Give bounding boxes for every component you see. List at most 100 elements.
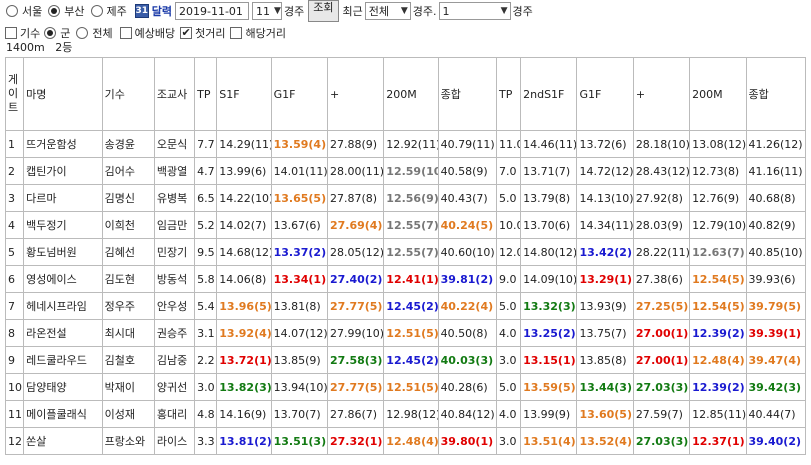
total-cell: 40.84(12) (437, 400, 497, 428)
g1f2-cell: 13.75(7) (576, 319, 634, 347)
s1f2-cell: 13.70(6) (520, 211, 578, 239)
tp2-cell: 7.0 (495, 157, 522, 185)
radio-busan[interactable] (48, 5, 61, 17)
jockey-cell: 박재이 (101, 373, 155, 401)
horse-name-cell: 쏜살 (23, 427, 103, 455)
horse-name-cell: 담양태양 (23, 373, 103, 401)
table-row: 11 메이플쿨래식 이성재 홍대리 4.8 14.16(9) 13.70(7) 27.86(7… (4, 400, 806, 428)
table-row: 12 쏜살 프랑소와 라이스 3.3 13.81(2) 13.51(3) 27.32(1) 12… (4, 427, 806, 455)
expected-odds-label: 예상배당 (134, 26, 176, 40)
plus-cell: 27.86(7) (326, 400, 385, 428)
trainer-cell: 방동석 (153, 265, 196, 293)
table-row: 5 황도넘버원 김혜선 민장기 9.5 14.68(12) 13.37(2) 28.05(12… (4, 238, 806, 266)
total-cell: 40.28(6) (437, 373, 497, 401)
s1f-cell: 14.16(9) (216, 400, 272, 428)
radio-all[interactable] (76, 26, 89, 39)
table-row: 7 헤네시프라임 정우주 안우성 5.4 13.96(5) 13.81(8) 27.77(5)… (4, 292, 806, 320)
plus2-cell: 27.03(3) (632, 373, 691, 401)
plus2-cell: 27.25(5) (632, 292, 691, 320)
trainer-cell: 홍대리 (153, 400, 196, 428)
race-count-suffix: 경주 (512, 5, 533, 18)
total2-cell: 41.16(11) (745, 157, 806, 185)
tp-cell: 4.8 (194, 400, 218, 428)
s1f2-cell: 13.15(1) (520, 346, 578, 374)
radio-jeju[interactable] (90, 5, 103, 17)
m200-2-cell: 12.85(11) (689, 400, 747, 428)
jockey-cell: 정우주 (101, 292, 155, 320)
race-number-select[interactable]: 11 ▼ (252, 2, 282, 20)
gate-cell: 2 (4, 157, 25, 185)
g1f2-cell: 13.42(2) (576, 238, 634, 266)
plus2-cell: 27.59(7) (632, 400, 691, 428)
header-200m: 200M (383, 57, 439, 131)
header-total2: 종합 (745, 57, 806, 131)
jockey-checkbox[interactable] (5, 26, 17, 39)
header-jockey: 기수 (101, 57, 155, 131)
expected-odds-checkbox[interactable] (119, 26, 132, 39)
race-count-select[interactable]: 1 ▼ (438, 2, 511, 20)
radio-seoul[interactable] (6, 5, 18, 17)
m200-cell: 12.59(10) (383, 157, 439, 185)
s1f-cell: 14.68(12) (216, 238, 272, 266)
total2-cell: 39.39(1) (745, 319, 806, 347)
m200-2-cell: 13.08(12) (689, 130, 747, 158)
table-row: 1 뜨거운함성 송경윤 오문식 7.7 14.29(11) 13.59(4) 27.88(9)… (4, 130, 806, 158)
this-distance-label: 해당거리 (245, 26, 286, 40)
horse-name-cell: 황도넘버원 (23, 238, 103, 266)
jockey-cell: 김어수 (101, 157, 155, 185)
plus2-cell: 27.38(6) (632, 265, 691, 293)
header-g1f: G1F (270, 57, 328, 131)
header-tp: TP (194, 57, 218, 131)
gate-cell: 5 (4, 238, 25, 266)
tp2-cell: 11.0 (495, 130, 522, 158)
tp-cell: 4.7 (194, 157, 218, 185)
total2-cell: 39.93(6) (745, 265, 806, 293)
this-distance-checkbox[interactable] (230, 26, 243, 39)
jockey-cell: 송경윤 (101, 130, 155, 158)
s1f2-cell: 14.80(12) (520, 238, 578, 266)
s1f-cell: 14.06(8) (216, 265, 272, 293)
plus-cell: 28.00(11) (326, 157, 385, 185)
table-row: 10 담양태양 박재이 양귀선 3.0 13.82(3) 13.94(10) 27.77(5)… (4, 373, 806, 401)
gate-cell: 4 (4, 211, 25, 239)
plus-cell: 27.58(3) (326, 346, 385, 374)
g1f2-cell: 13.85(8) (576, 346, 634, 374)
plus-cell: 27.77(5) (326, 292, 385, 320)
m200-cell: 12.45(2) (383, 292, 439, 320)
total2-cell: 40.82(9) (745, 211, 806, 239)
table-row: 8 라온전설 최시대 권승주 3.1 13.92(4) 14.07(12) 27.99(10)… (4, 319, 806, 347)
plus-cell: 27.87(8) (326, 184, 385, 212)
m200-2-cell: 12.37(1) (689, 427, 747, 455)
g1f-cell: 14.01(11) (270, 157, 328, 185)
table-row: 2 캡틴가이 김어수 백광열 4.7 13.99(6) 14.01(11) 28.00(11)… (4, 157, 806, 185)
chevron-down-icon: ▼ (400, 6, 408, 16)
trainer-cell: 민장기 (153, 238, 196, 266)
gate-cell: 9 (4, 346, 25, 374)
g1f2-cell: 13.44(3) (576, 373, 634, 401)
m200-2-cell: 12.76(9) (689, 184, 747, 212)
g1f2-cell: 13.29(1) (576, 265, 634, 293)
search-button[interactable]: 조회 (308, 0, 339, 22)
horse-name-cell: 뜨거운함성 (23, 130, 103, 158)
m200-cell: 12.45(2) (383, 346, 439, 374)
trainer-cell: 백광열 (153, 157, 196, 185)
calendar-icon[interactable]: 31 (134, 4, 149, 18)
total2-cell: 40.44(7) (745, 400, 806, 428)
first-distance-checkbox[interactable]: ✔ (180, 26, 193, 39)
g1f-cell: 13.65(5) (270, 184, 328, 212)
m200-cell: 12.55(7) (383, 211, 439, 239)
radio-gun[interactable] (44, 26, 57, 39)
g1f-cell: 13.70(7) (270, 400, 328, 428)
plus2-cell: 27.00(1) (632, 346, 691, 374)
recent-select[interactable]: 전체 ▼ (364, 2, 411, 20)
date-input[interactable]: 2019-11-01 (175, 2, 249, 20)
recent-value: 전체 (368, 5, 389, 18)
plus-cell: 27.32(1) (326, 427, 385, 455)
m200-cell: 12.41(1) (383, 265, 439, 293)
tp2-cell: 9.0 (495, 265, 522, 293)
s1f-cell: 14.22(10) (216, 184, 272, 212)
race-label: 경주. (412, 5, 437, 18)
g1f2-cell: 13.72(6) (576, 130, 634, 158)
jockey-cell: 프랑소와 (101, 427, 155, 455)
calendar-link[interactable]: 달력 (152, 3, 172, 19)
